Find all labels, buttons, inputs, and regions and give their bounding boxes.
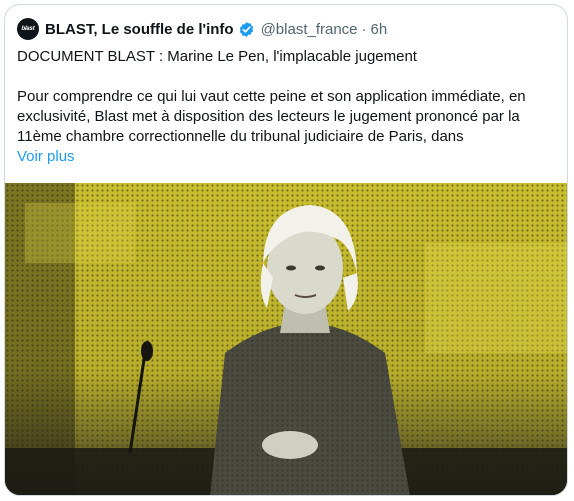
timestamp[interactable]: 6h — [371, 21, 388, 38]
avatar-logo: blast — [21, 26, 35, 32]
tweet-body-line: Pour comprendre ce qui lui vaut cette pe… — [17, 88, 526, 105]
tweet-card[interactable]: blast BLAST, Le souffle de l'info @blast… — [4, 4, 568, 496]
tweet-text: DOCUMENT BLAST : Marine Le Pen, l'implac… — [17, 47, 557, 167]
tweet-body-line: exclusivité, Blast met à disposition des… — [17, 108, 520, 125]
author-handle[interactable]: @blast_france — [261, 21, 358, 38]
tweet-body-line: 11ème chambre correctionnelle du tribuna… — [17, 128, 464, 145]
see-more-link[interactable]: Voir plus — [17, 148, 75, 165]
author-name[interactable]: BLAST, Le souffle de l'info — [45, 21, 234, 38]
tweet-header: blast BLAST, Le souffle de l'info @blast… — [17, 17, 387, 41]
tweet-media-image[interactable] — [5, 183, 567, 495]
avatar[interactable]: blast — [17, 18, 39, 40]
tweet-title: DOCUMENT BLAST : Marine Le Pen, l'implac… — [17, 48, 417, 65]
separator-dot: · — [361, 20, 367, 38]
verified-badge-icon — [238, 21, 255, 38]
